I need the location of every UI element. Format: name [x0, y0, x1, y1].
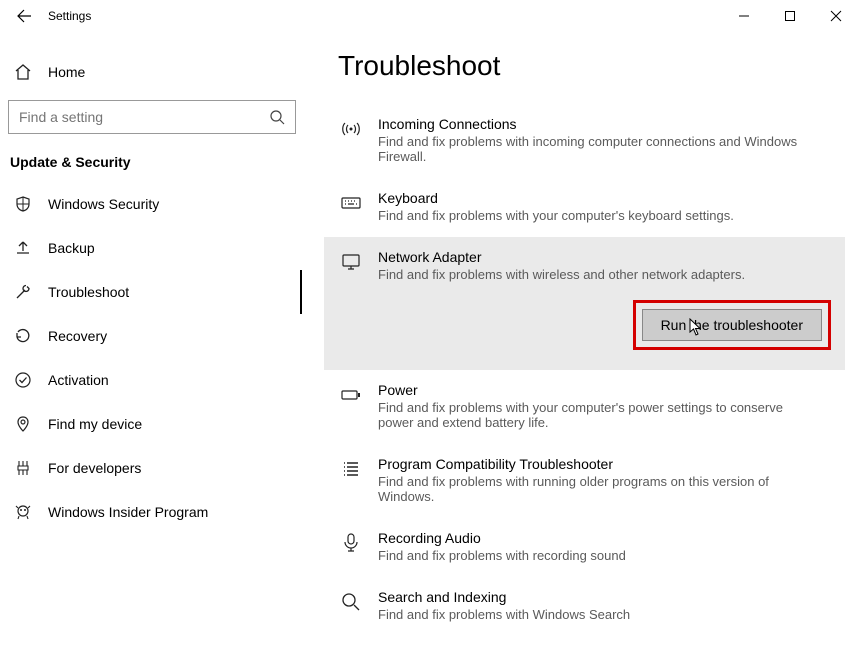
sidebar-item-activation[interactable]: Activation: [8, 358, 302, 402]
battery-icon: [338, 382, 364, 408]
item-desc: Find and fix problems with incoming comp…: [378, 134, 798, 164]
troubleshoot-item-network-adapter[interactable]: Network Adapter Find and fix problems wi…: [324, 249, 845, 282]
item-title: Incoming Connections: [378, 116, 831, 132]
sidebar-item-label: Windows Insider Program: [48, 504, 208, 520]
signal-icon: [338, 116, 364, 142]
sidebar-item-label: Activation: [48, 372, 109, 388]
highlight-frame: Run the troubleshooter: [633, 300, 831, 350]
insider-icon: [12, 501, 34, 523]
item-desc: Find and fix problems with running older…: [378, 474, 798, 504]
sidebar-home[interactable]: Home: [8, 54, 302, 90]
item-title: Power: [378, 382, 831, 398]
location-icon: [12, 413, 34, 435]
sidebar-item-for-developers[interactable]: For developers: [8, 446, 302, 490]
wrench-icon: [12, 281, 34, 303]
sidebar-item-label: Windows Security: [48, 196, 159, 212]
recovery-icon: [12, 325, 34, 347]
troubleshoot-item-compatibility[interactable]: Program Compatibility Troubleshooter Fin…: [338, 444, 831, 518]
back-arrow-icon: [16, 8, 32, 24]
backup-icon: [12, 237, 34, 259]
maximize-button[interactable]: [767, 0, 813, 32]
sidebar-item-label: Recovery: [48, 328, 107, 344]
sidebar: Home Update & Security Windows Security …: [0, 32, 310, 649]
troubleshoot-item-shared-folders[interactable]: Shared Folders: [338, 636, 831, 649]
back-button[interactable]: [8, 0, 40, 32]
sidebar-item-windows-insider[interactable]: Windows Insider Program: [8, 490, 302, 534]
search-box[interactable]: [8, 100, 296, 134]
run-button-label: Run the troubleshooter: [661, 317, 803, 333]
item-desc: Find and fix problems with recording sou…: [378, 548, 798, 563]
sidebar-item-backup[interactable]: Backup: [8, 226, 302, 270]
sidebar-section-title: Update & Security: [8, 154, 302, 182]
maximize-icon: [784, 10, 796, 22]
keyboard-icon: [338, 190, 364, 216]
item-title: Network Adapter: [378, 249, 831, 265]
item-title: Search and Indexing: [378, 589, 831, 605]
search-icon: [269, 109, 285, 125]
sidebar-item-troubleshoot[interactable]: Troubleshoot: [8, 270, 302, 314]
item-desc: Find and fix problems with wireless and …: [378, 267, 798, 282]
troubleshoot-item-selected: Network Adapter Find and fix problems wi…: [324, 237, 845, 370]
sidebar-item-find-my-device[interactable]: Find my device: [8, 402, 302, 446]
search-input[interactable]: [19, 109, 269, 125]
item-desc: Find and fix problems with Windows Searc…: [378, 607, 798, 622]
sidebar-item-windows-security[interactable]: Windows Security: [8, 182, 302, 226]
troubleshoot-item-search-indexing[interactable]: Search and Indexing Find and fix problem…: [338, 577, 831, 636]
window-title: Settings: [48, 9, 91, 23]
troubleshoot-item-recording-audio[interactable]: Recording Audio Find and fix problems wi…: [338, 518, 831, 577]
title-bar: Settings: [0, 0, 859, 32]
home-icon: [12, 61, 34, 83]
sidebar-item-recovery[interactable]: Recovery: [8, 314, 302, 358]
monitor-icon: [338, 249, 364, 275]
minimize-icon: [738, 10, 750, 22]
item-title: Keyboard: [378, 190, 831, 206]
sidebar-home-label: Home: [48, 64, 85, 80]
item-desc: Find and fix problems with your computer…: [378, 208, 798, 223]
sidebar-item-label: For developers: [48, 460, 141, 476]
page-heading: Troubleshoot: [338, 50, 831, 82]
item-title: Recording Audio: [378, 530, 831, 546]
shield-icon: [12, 193, 34, 215]
item-desc: Find and fix problems with your computer…: [378, 400, 798, 430]
item-title: Program Compatibility Troubleshooter: [378, 456, 831, 472]
troubleshoot-item-keyboard[interactable]: Keyboard Find and fix problems with your…: [338, 178, 831, 237]
run-troubleshooter-button[interactable]: Run the troubleshooter: [642, 309, 822, 341]
microphone-icon: [338, 530, 364, 556]
close-icon: [830, 10, 842, 22]
developer-icon: [12, 457, 34, 479]
search-icon: [338, 589, 364, 615]
sidebar-item-label: Backup: [48, 240, 95, 256]
check-circle-icon: [12, 369, 34, 391]
sidebar-item-label: Find my device: [48, 416, 142, 432]
minimize-button[interactable]: [721, 0, 767, 32]
troubleshoot-item-incoming-connections[interactable]: Incoming Connections Find and fix proble…: [338, 104, 831, 178]
sidebar-item-label: Troubleshoot: [48, 284, 129, 300]
close-button[interactable]: [813, 0, 859, 32]
troubleshoot-item-power[interactable]: Power Find and fix problems with your co…: [338, 370, 831, 444]
list-icon: [338, 456, 364, 482]
main-panel: Troubleshoot Incoming Connections Find a…: [310, 32, 859, 649]
